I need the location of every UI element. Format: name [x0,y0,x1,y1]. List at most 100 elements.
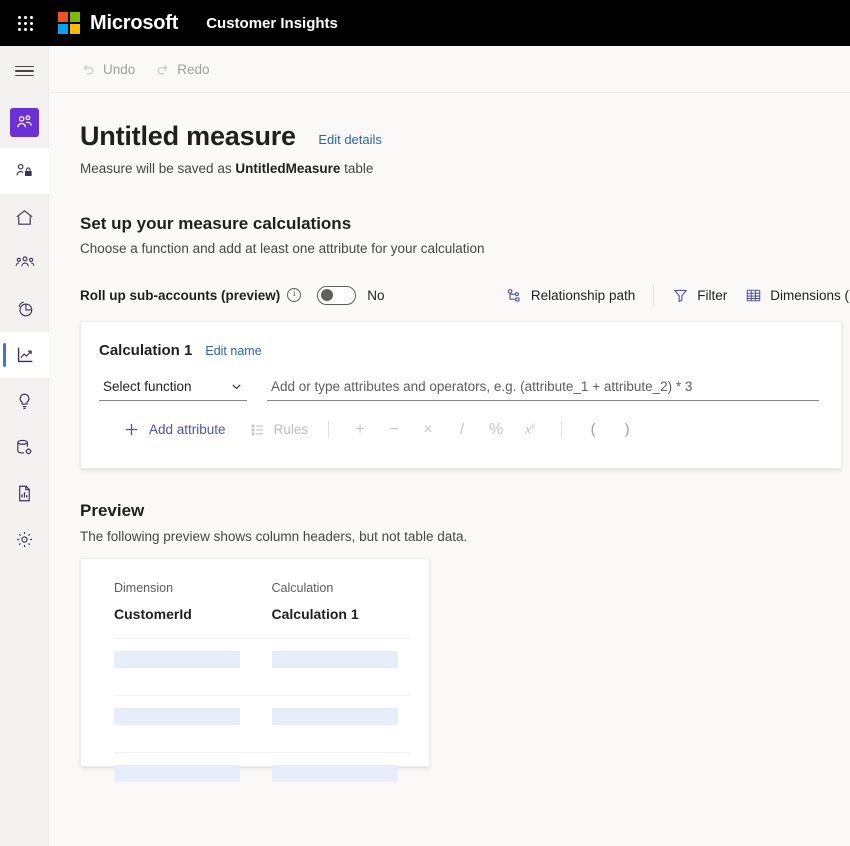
plus-icon [125,423,138,436]
sidebar-item-audience-insights[interactable] [0,96,49,148]
measure-actions: Relationship path Filter Dimensions (1) [497,283,850,308]
preview-skeleton-cell [271,708,430,725]
sidebar-item-customers[interactable] [0,240,49,286]
relationship-path-label: Relationship path [530,287,636,303]
preview-card: Dimension CustomerId Calculation Calcula… [80,558,430,782]
preview-col-name: CustomerId [114,606,192,622]
suite-bar: Microsoft Customer Insights [0,0,850,46]
chevron-down-icon [232,384,241,390]
info-icon[interactable]: i [287,288,302,302]
skeleton-bar [271,765,398,782]
operator-minus[interactable]: − [377,421,411,439]
skeleton-bar [114,651,240,668]
calculation-name: Calculation 1 [99,342,193,359]
save-note-suffix: table [340,161,374,176]
dimensions-label: Dimensions (1) [770,287,850,303]
operator-power[interactable]: xy [513,420,547,439]
redo-button[interactable]: Redo [145,58,219,81]
operator-open-paren[interactable]: ( [576,421,610,438]
calculation-header: Calculation 1 Edit name [99,342,819,359]
rules-label: Rules [273,422,309,437]
pie-chart-icon [18,301,32,317]
setup-heading: Set up your measure calculations [80,214,352,233]
home-icon [16,209,33,225]
operator-divider-right [561,421,563,438]
rules-button[interactable]: Rules [244,418,315,442]
command-bar: Undo Redo [49,46,850,93]
operator-divider-left [328,421,330,438]
preview-subheading: The following preview shows column heade… [80,529,468,544]
save-note-table-name: UntitledMeasure [235,161,341,176]
preview-skeleton-row [81,753,429,793]
select-function-dropdown[interactable]: Select function [99,379,247,401]
save-note-prefix: Measure will be saved as [80,161,236,176]
trend-chart-icon [17,347,32,363]
filter-icon [674,289,688,302]
add-attribute-button[interactable]: Add attribute [117,417,232,442]
hamburger-icon [15,65,34,77]
filter-label: Filter [697,287,728,303]
edit-details-link[interactable]: Edit details [318,132,382,147]
microsoft-logo[interactable]: Microsoft [58,12,178,35]
filter-button[interactable]: Filter [663,283,736,308]
action-divider [653,285,655,305]
toggle-knob [321,289,334,301]
operator-multiply[interactable]: × [411,421,445,439]
operator-percent[interactable]: % [479,421,513,439]
left-nav-rail [0,46,49,846]
page-header: Untitled measure Edit details [80,121,850,152]
rollup-label: Roll up sub-accounts (preview) [80,287,281,303]
undo-button[interactable]: Undo [71,58,145,81]
preview-skeleton-cell [114,765,272,782]
add-attribute-label: Add attribute [149,422,226,437]
nav-menu-button[interactable] [0,46,49,96]
database-gear-icon [17,439,32,454]
rollup-toggle-value: No [367,287,385,303]
operator-close-paren[interactable]: ) [610,421,644,438]
sidebar-item-exports[interactable] [0,470,49,516]
save-target-note: Measure will be saved as UntitledMeasure… [80,161,850,176]
sidebar-item-data[interactable] [0,424,49,470]
brand-name: Microsoft [90,11,179,34]
redo-label: Redo [177,61,210,77]
document-chart-icon [19,485,30,501]
app-launcher-icon[interactable] [10,8,40,38]
operator-plus[interactable]: + [343,421,377,439]
relationship-path-button[interactable]: Relationship path [497,283,644,308]
operator-divide[interactable]: / [445,421,479,439]
dimensions-button[interactable]: Dimensions (1) [736,283,850,308]
rules-list-icon [251,424,263,435]
app-title: Customer Insights [206,14,338,32]
preview-skeleton-cell [114,651,272,668]
preview-column-dimension: Dimension CustomerId [114,581,272,622]
skeleton-bar [114,765,240,782]
rollup-toggle[interactable] [317,285,357,305]
undo-label: Undo [103,61,136,77]
sidebar-item-admin[interactable] [0,516,49,562]
skeleton-bar [271,651,398,668]
preview-skeleton-cell [114,708,272,725]
people-purple-icon [17,114,32,127]
preview-column-calculation: Calculation Calculation 1 [272,581,430,622]
sidebar-item-engagement-insights[interactable] [0,148,49,194]
edit-name-link[interactable]: Edit name [205,344,261,358]
lightbulb-icon [19,393,30,409]
undo-icon [83,64,94,74]
rollup-row: Roll up sub-accounts (preview) i No Rela… [80,282,850,308]
preview-col-type: Calculation [271,581,334,595]
preview-header-row: Dimension CustomerId Calculation Calcula… [81,581,429,622]
expression-input[interactable]: Add or type attributes and operators, e.… [267,379,819,401]
main-content: Untitled measure Edit details Measure wi… [49,93,850,846]
skeleton-bar [271,708,398,725]
sidebar-item-segments[interactable] [0,286,49,332]
calculation-fields: Select function Add or type attributes a… [99,379,819,401]
preview-col-type: Dimension [114,581,174,595]
sidebar-item-enrichment[interactable] [0,378,49,424]
sidebar-item-home[interactable] [0,194,49,240]
calculation-card: Calculation 1 Edit name Select function … [80,321,842,469]
setup-subheading: Choose a function and add at least one a… [80,241,485,256]
operator-toolbar: Add attribute Rules + − × / % xy ( ) [99,417,819,442]
sidebar-item-measures[interactable] [0,332,49,378]
preview-skeleton-cell [271,765,430,782]
preview-heading: Preview [80,501,145,520]
